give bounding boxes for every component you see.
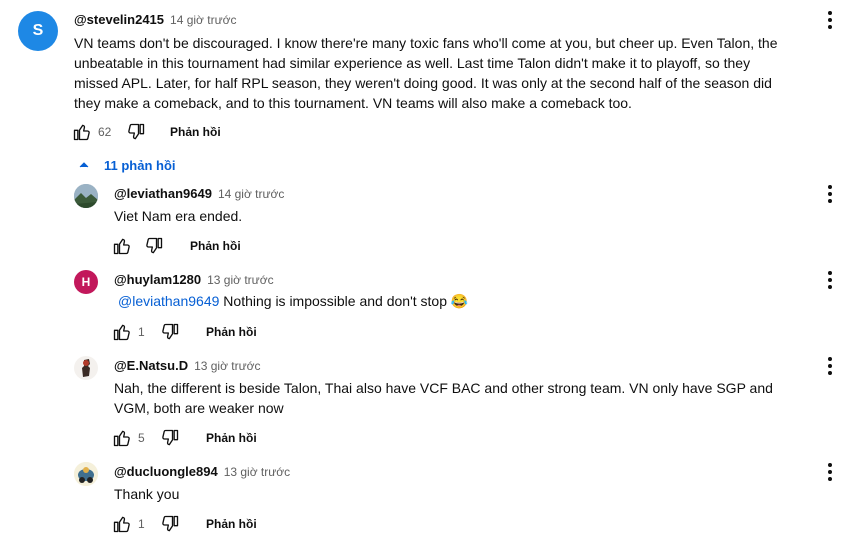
avatar-letter: H bbox=[81, 275, 91, 289]
like-count: 1 bbox=[138, 325, 145, 339]
more-vert-icon bbox=[828, 185, 832, 203]
reply-author[interactable]: @huylam1280 bbox=[114, 272, 201, 287]
reply-actions: 1 Phản hồi bbox=[110, 512, 257, 536]
reply-text-line: VGM, both are weaker now bbox=[114, 400, 284, 416]
reply-button[interactable]: Phản hồi bbox=[206, 431, 257, 445]
avatar-letter: S bbox=[32, 22, 44, 39]
reply-time[interactable]: 13 giờ trước bbox=[194, 359, 260, 373]
comment-menu-button[interactable] bbox=[826, 10, 834, 30]
avatar[interactable] bbox=[74, 184, 98, 208]
thumb-down-icon bbox=[162, 323, 179, 340]
comment-actions: 62 Phản hồi bbox=[70, 120, 221, 144]
thumb-down-icon bbox=[162, 429, 179, 446]
thumb-down-icon bbox=[146, 237, 163, 254]
reply-menu-button[interactable] bbox=[826, 184, 834, 204]
like-button[interactable] bbox=[110, 320, 134, 344]
thumb-down-icon bbox=[128, 123, 145, 140]
comment-text-line: unbeatable in this tournament had simila… bbox=[74, 55, 751, 71]
dislike-button[interactable] bbox=[158, 320, 182, 344]
reply-text: @leviathan9649 Nothing is impossible and… bbox=[118, 291, 468, 311]
comment-time[interactable]: 14 giờ trước bbox=[170, 13, 236, 27]
chevron-up-icon bbox=[79, 162, 89, 168]
more-vert-icon bbox=[828, 463, 832, 481]
reply-menu-button[interactable] bbox=[826, 270, 834, 290]
reply-author[interactable]: @ducluongle894 bbox=[114, 464, 218, 479]
like-button[interactable] bbox=[110, 234, 134, 258]
comment-text-line: VN teams don't be discouraged. I know th… bbox=[74, 35, 778, 51]
reply-header: @ducluongle894 13 giờ trước bbox=[114, 463, 290, 481]
reply-actions: 5 Phản hồi bbox=[110, 426, 257, 450]
more-vert-icon bbox=[828, 271, 832, 289]
reply-actions: 1 Phản hồi bbox=[110, 320, 257, 344]
avatar[interactable] bbox=[74, 356, 98, 380]
dislike-button[interactable] bbox=[124, 120, 148, 144]
more-vert-icon bbox=[828, 357, 832, 375]
comment-header: @stevelin2415 14 giờ trước bbox=[74, 11, 236, 29]
dislike-button[interactable] bbox=[142, 234, 166, 258]
reply-button[interactable]: Phản hồi bbox=[206, 325, 257, 339]
thumb-up-icon bbox=[113, 324, 130, 341]
replies-toggle-button[interactable]: 11 phản hồi bbox=[76, 157, 176, 173]
comment-author[interactable]: @stevelin2415 bbox=[74, 12, 164, 27]
reply-actions: Phản hồi bbox=[110, 234, 241, 258]
thumb-up-icon bbox=[113, 516, 130, 533]
reply-button[interactable]: Phản hồi bbox=[206, 517, 257, 531]
reply-button[interactable]: Phản hồi bbox=[170, 125, 221, 139]
reply-text-line: Nah, the different is beside Talon, Thai… bbox=[114, 380, 773, 396]
reply-header: @huylam1280 13 giờ trước bbox=[114, 271, 274, 289]
reply-text: Thank you bbox=[114, 486, 180, 502]
reply-header: @leviathan9649 14 giờ trước bbox=[114, 185, 284, 203]
avatar[interactable]: H bbox=[74, 270, 98, 294]
reply-time[interactable]: 14 giờ trước bbox=[218, 187, 284, 201]
reply-author[interactable]: @E.Natsu.D bbox=[114, 358, 188, 373]
landscape-avatar-icon bbox=[74, 184, 98, 208]
thumb-up-icon bbox=[113, 238, 130, 255]
character-avatar-icon bbox=[74, 356, 98, 380]
like-button[interactable] bbox=[70, 120, 94, 144]
reply-text: Viet Nam era ended. bbox=[114, 208, 243, 224]
dislike-button[interactable] bbox=[158, 426, 182, 450]
like-button[interactable] bbox=[110, 512, 134, 536]
dislike-button[interactable] bbox=[158, 512, 182, 536]
avatar[interactable]: S bbox=[18, 11, 58, 51]
reply-menu-button[interactable] bbox=[826, 356, 834, 376]
comment-text: VN teams don't be discouraged. I know th… bbox=[74, 33, 834, 113]
reply-menu-button[interactable] bbox=[826, 462, 834, 482]
replies-count-label: 11 phản hồi bbox=[104, 157, 176, 173]
reply-button[interactable]: Phản hồi bbox=[190, 239, 241, 253]
like-count: 62 bbox=[98, 125, 112, 139]
avatar[interactable] bbox=[74, 462, 98, 486]
thumb-up-icon bbox=[113, 430, 130, 447]
reply-time[interactable]: 13 giờ trước bbox=[207, 273, 273, 287]
reply-time[interactable]: 13 giờ trước bbox=[224, 465, 290, 479]
reply-text-body: Nothing is impossible and don't stop 😂 bbox=[219, 293, 469, 309]
cartoon-avatar-icon bbox=[74, 462, 98, 486]
mention-link[interactable]: @leviathan9649 bbox=[118, 293, 219, 309]
reply-header: @E.Natsu.D 13 giờ trước bbox=[114, 357, 261, 375]
like-count: 1 bbox=[138, 517, 145, 531]
more-vert-icon bbox=[828, 11, 832, 29]
thumb-up-icon bbox=[73, 124, 90, 141]
reply-author[interactable]: @leviathan9649 bbox=[114, 186, 212, 201]
comment-text-line: they make a comeback, and to this tourna… bbox=[74, 95, 632, 111]
comment-text-line: missed APL. Later, for half RPL season, … bbox=[74, 75, 772, 91]
like-count: 5 bbox=[138, 431, 145, 445]
thumb-down-icon bbox=[162, 515, 179, 532]
reply-text: Nah, the different is beside Talon, Thai… bbox=[114, 378, 824, 418]
like-button[interactable] bbox=[110, 426, 134, 450]
